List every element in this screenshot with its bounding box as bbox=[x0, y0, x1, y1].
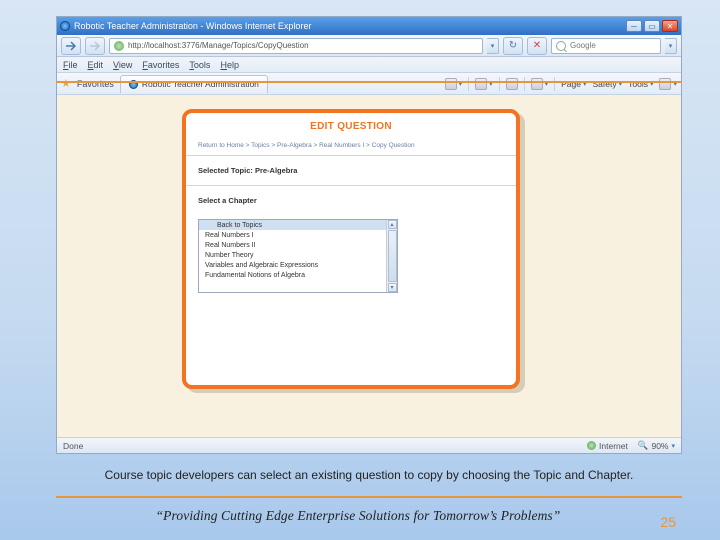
print-icon bbox=[531, 78, 543, 90]
zone-indicator[interactable]: Internet bbox=[587, 441, 628, 451]
list-item[interactable]: Fundamental Notions of Algebra bbox=[199, 270, 397, 280]
edit-question-panel: EDIT QUESTION Return to Home > Topics > … bbox=[182, 109, 520, 389]
panel-heading: EDIT QUESTION bbox=[186, 121, 516, 132]
chevron-down-icon: ▾ bbox=[669, 42, 673, 50]
arrow-right-icon bbox=[90, 41, 100, 51]
divider bbox=[56, 496, 682, 498]
zoom-icon: 🔍 bbox=[638, 440, 649, 451]
search-placeholder: Google bbox=[570, 41, 596, 50]
close-button[interactable]: ✕ bbox=[662, 20, 678, 32]
list-item[interactable]: Number Theory bbox=[199, 250, 397, 260]
chevron-down-icon: ▾ bbox=[491, 42, 495, 50]
stop-button[interactable]: ✕ bbox=[527, 37, 547, 55]
list-item[interactable]: Real Numbers I bbox=[199, 230, 397, 240]
page-content: EDIT QUESTION Return to Home > Topics > … bbox=[57, 95, 681, 437]
page-number: 25 bbox=[660, 514, 676, 530]
menu-file[interactable]: File bbox=[63, 60, 78, 70]
globe-icon bbox=[587, 441, 596, 450]
star-icon[interactable]: ★ bbox=[61, 77, 71, 90]
address-bar[interactable]: http://localhost:3776/Manage/Topics/Copy… bbox=[109, 38, 483, 54]
status-text: Done bbox=[63, 441, 83, 451]
forward-button[interactable] bbox=[85, 37, 105, 55]
address-text: http://localhost:3776/Manage/Topics/Copy… bbox=[128, 41, 309, 50]
search-dropdown[interactable]: ▾ bbox=[665, 38, 677, 54]
favorites-label[interactable]: Favorites bbox=[77, 79, 114, 89]
safety-menu[interactable]: Safety ▾ bbox=[593, 79, 623, 89]
scroll-down-button[interactable]: ▾ bbox=[388, 283, 397, 292]
selected-topic-label: Selected Topic: Pre-Algebra bbox=[198, 166, 504, 175]
list-item[interactable]: Back to Topics bbox=[199, 220, 397, 230]
search-icon bbox=[556, 41, 566, 51]
divider bbox=[56, 81, 682, 83]
chevron-down-icon: ▾ bbox=[671, 442, 675, 450]
maximize-button[interactable]: ▭ bbox=[644, 20, 660, 32]
page-menu[interactable]: Page ▾ bbox=[561, 79, 586, 89]
select-chapter-label: Select a Chapter bbox=[198, 196, 504, 205]
window-titlebar: Robotic Teacher Administration - Windows… bbox=[57, 17, 681, 35]
command-bar: ▾ ▾ ▾ Page ▾ Safety ▾ Tools ▾ ▾ bbox=[445, 77, 677, 91]
mail-icon bbox=[506, 78, 518, 90]
browser-tab[interactable]: Robotic Teacher Administration bbox=[120, 75, 268, 93]
nav-toolbar: http://localhost:3776/Manage/Topics/Copy… bbox=[57, 35, 681, 57]
list-item[interactable]: Real Numbers II bbox=[199, 240, 397, 250]
search-box[interactable]: Google bbox=[551, 38, 661, 54]
address-dropdown[interactable]: ▾ bbox=[487, 38, 499, 54]
listbox-scrollbar[interactable]: ▴ ▾ bbox=[386, 220, 397, 292]
favorites-bar: ★ Favorites Robotic Teacher Administrati… bbox=[57, 73, 681, 95]
status-bar: Done Internet 🔍 90% ▾ bbox=[57, 437, 681, 453]
list-item[interactable]: Variables and Algebraic Expressions bbox=[199, 260, 397, 270]
scroll-thumb[interactable] bbox=[388, 230, 397, 282]
globe-icon bbox=[114, 41, 124, 51]
window-title: Robotic Teacher Administration - Windows… bbox=[74, 21, 311, 31]
menu-bar: File Edit View Favorites Tools Help bbox=[57, 57, 681, 73]
print-button[interactable]: ▾ bbox=[531, 78, 549, 90]
menu-favorites[interactable]: Favorites bbox=[142, 60, 179, 70]
zoom-value: 90% bbox=[651, 441, 668, 451]
arrow-left-icon bbox=[66, 41, 76, 51]
menu-tools[interactable]: Tools bbox=[189, 60, 210, 70]
home-button[interactable]: ▾ bbox=[445, 78, 463, 90]
home-icon bbox=[445, 78, 457, 90]
mail-button[interactable] bbox=[506, 78, 518, 90]
feeds-button[interactable]: ▾ bbox=[475, 78, 493, 90]
menu-help[interactable]: Help bbox=[220, 60, 239, 70]
minimize-button[interactable]: ─ bbox=[626, 20, 642, 32]
zone-label: Internet bbox=[599, 441, 628, 451]
breadcrumb[interactable]: Return to Home > Topics > Pre-Algebra > … bbox=[198, 142, 504, 149]
refresh-icon: ↻ bbox=[509, 40, 517, 51]
slide-caption: Course topic developers can select an ex… bbox=[56, 468, 682, 482]
slide-tagline: “Providing Cutting Edge Enterprise Solut… bbox=[56, 508, 660, 524]
chapter-listbox[interactable]: Back to Topics Real Numbers I Real Numbe… bbox=[198, 219, 398, 293]
tools-menu[interactable]: Tools ▾ bbox=[628, 79, 653, 89]
stop-icon: ✕ bbox=[533, 40, 541, 51]
zoom-control[interactable]: 🔍 90% ▾ bbox=[638, 440, 675, 451]
ie-icon bbox=[60, 21, 70, 31]
feeds-icon bbox=[475, 78, 487, 90]
scroll-up-button[interactable]: ▴ bbox=[388, 220, 397, 229]
help-button[interactable]: ▾ bbox=[659, 78, 677, 90]
back-button[interactable] bbox=[61, 37, 81, 55]
refresh-button[interactable]: ↻ bbox=[503, 37, 523, 55]
help-icon bbox=[659, 78, 671, 90]
menu-edit[interactable]: Edit bbox=[88, 60, 104, 70]
menu-view[interactable]: View bbox=[113, 60, 132, 70]
